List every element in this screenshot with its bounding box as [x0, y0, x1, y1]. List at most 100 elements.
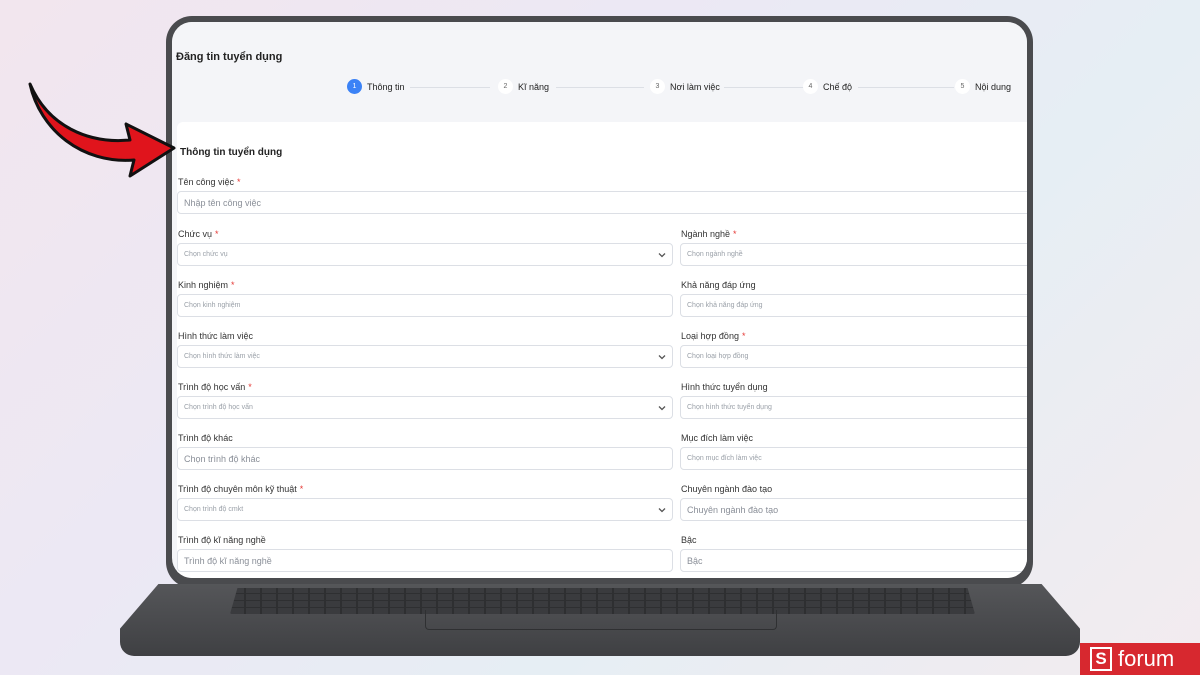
field-label: Hình thức làm việc — [178, 331, 253, 341]
other-level-input[interactable]: Chọn trình độ khác — [177, 447, 673, 470]
red-arrow-icon — [28, 82, 176, 178]
field-label: Trình độ chuyên môn kỹ thuật * — [178, 484, 303, 494]
chevron-down-icon — [658, 406, 666, 411]
placeholder: Nhập tên công việc — [184, 197, 262, 208]
field-label: Chuyên ngành đào tạo — [681, 484, 772, 494]
step-number: 3 — [650, 79, 665, 94]
placeholder: Chọn loại hợp đồng — [687, 353, 749, 360]
step-2[interactable]: 2 Kĩ năng — [498, 79, 549, 94]
field-label: Tên công việc * — [178, 177, 241, 187]
required-mark: * — [733, 229, 737, 239]
step-connector — [556, 87, 644, 88]
placeholder: Chọn hình thức làm việc — [184, 353, 260, 360]
step-label: Kĩ năng — [518, 81, 550, 92]
placeholder: Chọn khả năng đáp ứng — [687, 302, 763, 309]
chevron-down-icon — [658, 355, 666, 360]
form-card: Thông tin tuyển dụng Tên công việc * Nhập… — [177, 122, 1027, 578]
sforum-logo: S forum — [1080, 643, 1200, 675]
step-number: 5 — [955, 79, 970, 94]
label-text: Loại hợp đồng — [681, 331, 739, 341]
placeholder: Chuyên ngành đào tạo — [687, 504, 779, 515]
label-text: Trình độ kĩ năng nghề — [178, 535, 266, 545]
field-label: Trình độ khác — [178, 433, 233, 443]
step-number: 4 — [803, 79, 818, 94]
industry-select[interactable]: Chọn ngành nghề — [680, 243, 1027, 266]
position-select[interactable]: Chọn chức vụ — [177, 243, 673, 266]
step-connector — [858, 87, 954, 88]
label-text: Trình độ học vấn — [178, 382, 246, 392]
field-label: Trình độ học vấn * — [178, 382, 252, 392]
vocational-skill-input[interactable]: Trình độ kĩ năng nghề — [177, 549, 673, 572]
screen: Đăng tin tuyển dụng 1 Thông tin 2 Kĩ năn… — [172, 22, 1027, 578]
step-5[interactable]: 5 Nội dung — [955, 79, 1011, 94]
label-text: Bậc — [681, 535, 697, 545]
placeholder: Chọn hình thức tuyển dụng — [687, 404, 772, 411]
placeholder: Chọn trình độ khác — [184, 453, 261, 464]
label-text: Trình độ chuyên môn kỹ thuật — [178, 484, 297, 494]
label-text: Khả năng đáp ứng — [681, 280, 756, 290]
laptop-trackpad — [425, 610, 777, 630]
required-mark: * — [237, 177, 241, 187]
required-mark: * — [299, 484, 304, 494]
logo-letter: S — [1090, 647, 1112, 671]
label-text: Chuyên ngành đào tạo — [681, 484, 773, 494]
required-mark: * — [215, 229, 219, 239]
field-label: Mục đích làm việc — [681, 433, 753, 443]
step-label: Nội dung — [975, 81, 1012, 92]
step-3[interactable]: 3 Nơi làm việc — [650, 79, 720, 94]
step-4[interactable]: 4 Chế độ — [803, 79, 852, 94]
logo-text: forum — [1118, 646, 1175, 671]
step-label: Chế độ — [823, 81, 853, 92]
step-1[interactable]: 1 Thông tin — [347, 79, 405, 94]
field-label: Chức vụ * — [178, 229, 219, 239]
placeholder: Chọn ngành nghề — [687, 251, 743, 258]
step-number: 1 — [347, 79, 362, 94]
placeholder: Chọn kinh nghiệm — [184, 302, 241, 309]
experience-select[interactable]: Chọn kinh nghiệm — [177, 294, 673, 317]
step-connector — [410, 87, 490, 88]
label-text: Chức vụ — [178, 229, 213, 239]
label-text: Hình thức tuyển dụng — [681, 382, 768, 392]
placeholder: Chọn chức vụ — [184, 251, 228, 258]
contract-type-select[interactable]: Chọn loại hợp đồng — [680, 345, 1027, 368]
field-label: Kinh nghiệm * — [178, 280, 235, 290]
field-label: Bậc — [681, 535, 697, 545]
step-number: 2 — [498, 79, 513, 94]
label-text: Mục đích làm việc — [681, 433, 754, 443]
education-select[interactable]: Chọn trình độ học vấn — [177, 396, 673, 419]
placeholder: Trình độ kĩ năng nghề — [184, 555, 272, 566]
field-label: Hình thức tuyển dụng — [681, 382, 768, 392]
page-header: Đăng tin tuyển dụng 1 Thông tin 2 Kĩ năn… — [172, 22, 1027, 122]
step-connector — [724, 87, 804, 88]
major-input[interactable]: Chuyên ngành đào tạo — [680, 498, 1027, 521]
label-text: Tên công việc — [178, 177, 235, 187]
step-label: Thông tin — [367, 81, 405, 92]
placeholder: Chọn trình độ cmkt — [184, 506, 244, 513]
placeholder: Chọn mục đích làm việc — [687, 455, 762, 462]
capability-select[interactable]: Chọn khả năng đáp ứng — [680, 294, 1027, 317]
page-title: Đăng tin tuyển dụng — [176, 51, 283, 63]
label-text: Kinh nghiệm — [178, 280, 229, 290]
work-type-select[interactable]: Chọn hình thức làm việc — [177, 345, 673, 368]
recruit-type-select[interactable]: Chọn hình thức tuyển dụng — [680, 396, 1027, 419]
field-label: Trình độ kĩ năng nghề — [178, 535, 266, 545]
step-label: Nơi làm việc — [670, 81, 720, 92]
placeholder: Bậc — [687, 555, 703, 566]
required-mark: * — [231, 280, 235, 290]
label-text: Trình độ khác — [178, 433, 233, 443]
label-text: Ngành nghề — [681, 229, 731, 239]
chevron-down-icon — [658, 508, 666, 513]
required-mark: * — [248, 382, 252, 392]
field-label: Loại hợp đồng * — [681, 331, 745, 341]
label-text: Hình thức làm việc — [178, 331, 254, 341]
grade-input[interactable]: Bậc — [680, 549, 1027, 572]
field-label: Khả năng đáp ứng — [681, 280, 756, 290]
placeholder: Chọn trình độ học vấn — [184, 404, 253, 411]
section-title: Thông tin tuyển dụng — [180, 147, 283, 158]
chevron-down-icon — [658, 253, 666, 258]
field-label: Ngành nghề * — [681, 229, 737, 239]
job-name-input[interactable]: Nhập tên công việc — [177, 191, 1027, 214]
technical-level-select[interactable]: Chọn trình độ cmkt — [177, 498, 673, 521]
work-purpose-select[interactable]: Chọn mục đích làm việc — [680, 447, 1027, 470]
required-mark: * — [741, 331, 746, 341]
